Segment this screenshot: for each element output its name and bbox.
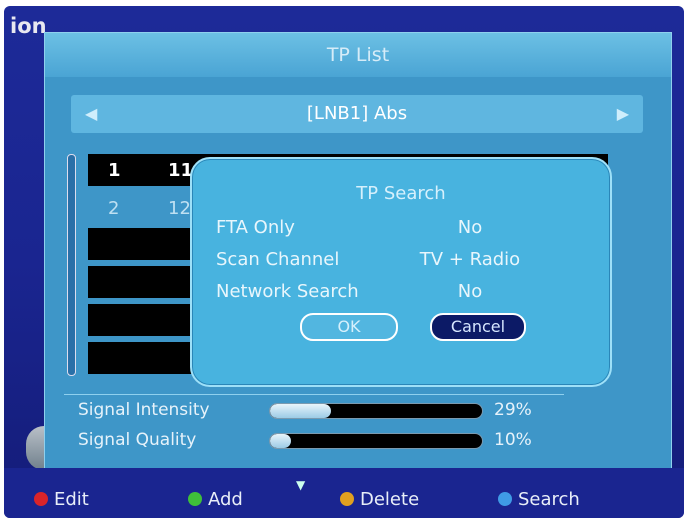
delete-label: Delete	[360, 489, 420, 510]
network-search-value[interactable]: No	[405, 281, 535, 302]
delete-button[interactable]: Delete	[340, 489, 419, 510]
fta-only-value[interactable]: No	[405, 217, 535, 238]
signal-quality-fill	[270, 434, 292, 448]
lnb-label: [LNB1] Abs	[306, 103, 408, 124]
yellow-key-icon	[340, 492, 354, 506]
arrow-right-icon[interactable]: ▶	[617, 104, 629, 123]
window-title: TP List	[45, 33, 671, 77]
scan-channel-label: Scan Channel	[216, 249, 340, 270]
network-search-label: Network Search	[216, 281, 359, 302]
tp-search-dialog: TP Search FTA Only No Scan Channel TV + …	[190, 157, 612, 387]
cancel-button[interactable]: Cancel	[430, 313, 526, 341]
signal-quality-label: Signal Quality	[78, 430, 197, 450]
chevron-down-icon: ▼	[296, 478, 306, 492]
dialog-title: TP Search	[356, 183, 446, 204]
list-scrollbar[interactable]	[67, 154, 76, 376]
edit-label: Edit	[54, 489, 89, 510]
signal-intensity-label: Signal Intensity	[78, 400, 210, 420]
tp-frequency: 12	[168, 198, 191, 219]
signal-intensity-percent: 29%	[494, 400, 532, 420]
signal-intensity-fill	[270, 404, 332, 418]
signal-quality-bar	[269, 433, 483, 449]
tp-number: 1	[108, 160, 121, 181]
red-key-icon	[34, 492, 48, 506]
lnb-selector[interactable]: ◀ [LNB1] Abs ▶	[71, 95, 643, 133]
signal-intensity-bar	[269, 403, 483, 419]
divider	[64, 394, 564, 395]
blue-key-icon	[498, 492, 512, 506]
edit-button[interactable]: Edit	[34, 489, 89, 510]
add-label: Add	[208, 489, 243, 510]
search-label: Search	[518, 489, 580, 510]
signal-quality-percent: 10%	[494, 430, 532, 450]
fta-only-label: FTA Only	[216, 217, 295, 238]
ok-button[interactable]: OK	[300, 313, 398, 341]
scan-channel-value[interactable]: TV + Radio	[405, 249, 535, 270]
add-button[interactable]: Add	[188, 489, 243, 510]
background-title-fragment: ion	[10, 14, 47, 38]
green-key-icon	[188, 492, 202, 506]
tp-number: 2	[108, 198, 120, 219]
tv-screen: ion TP List ◀ [LNB1] Abs ▶ 1 11 2 12 Sig…	[4, 6, 684, 518]
search-button[interactable]: Search	[498, 489, 580, 510]
